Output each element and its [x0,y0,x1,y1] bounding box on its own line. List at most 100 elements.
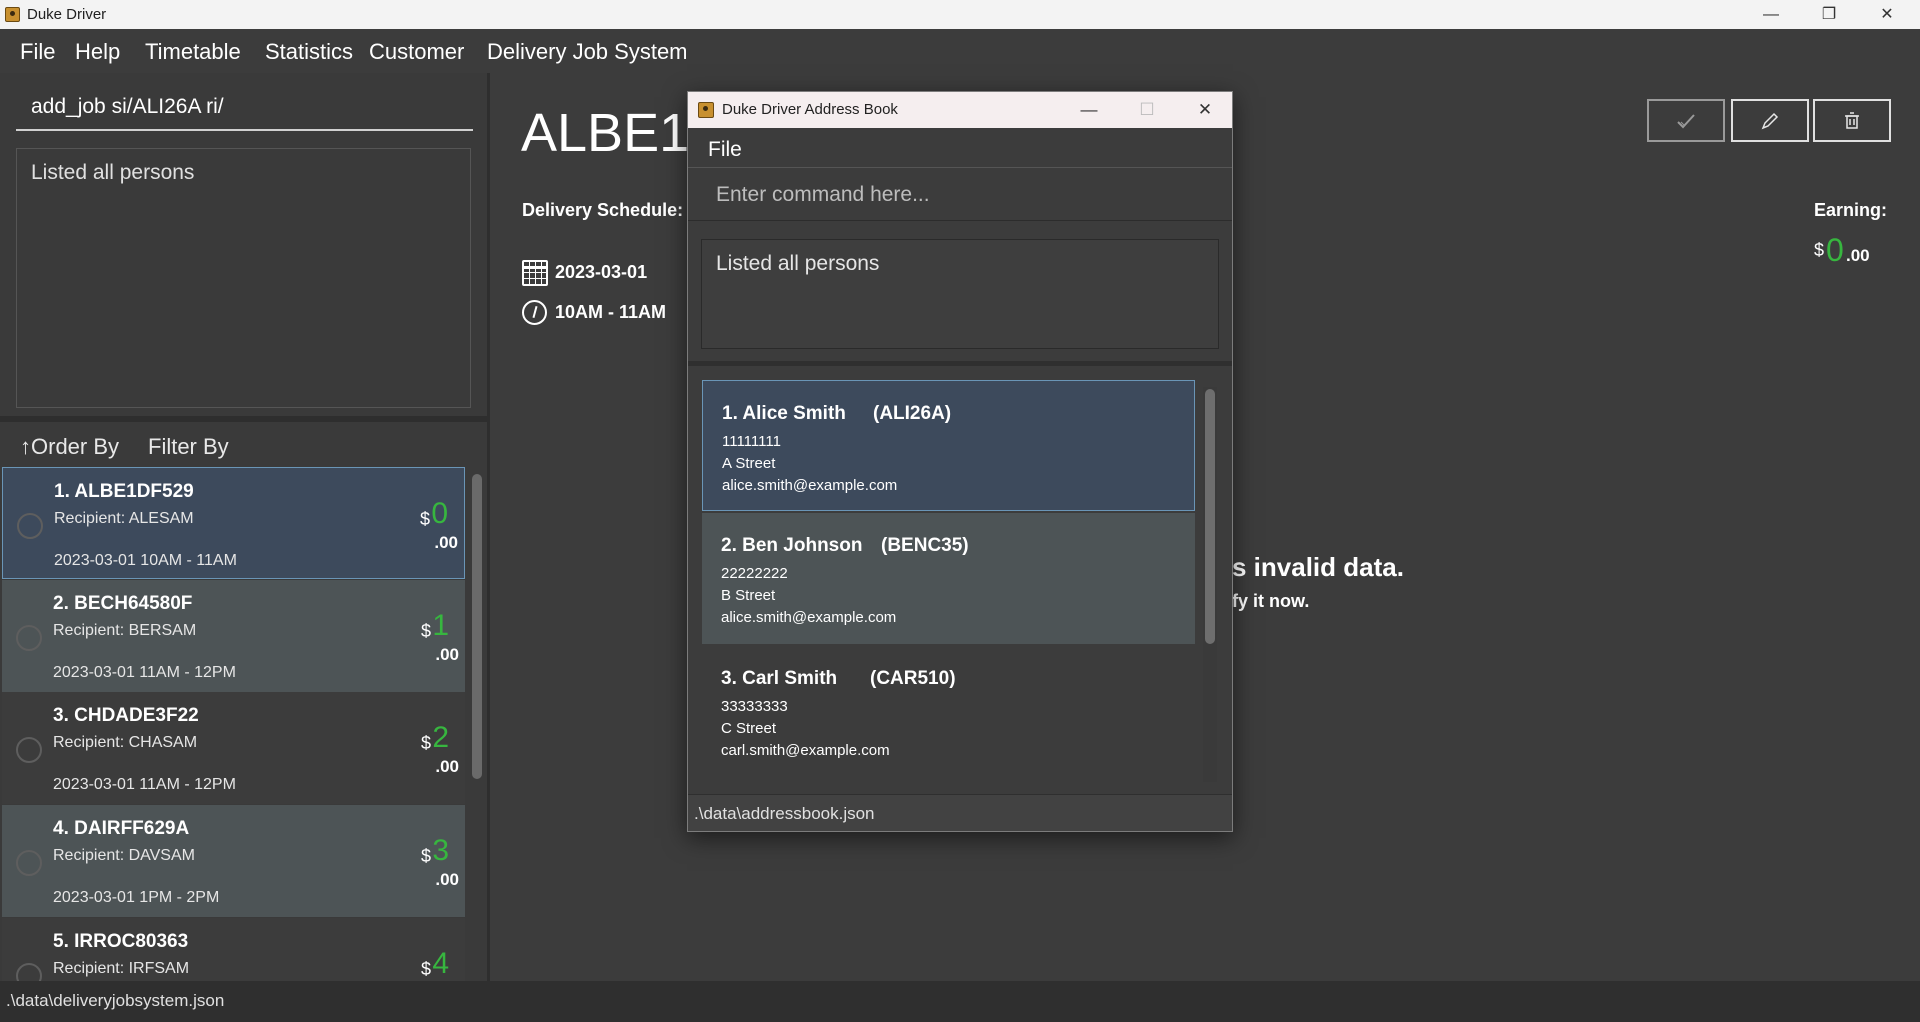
job-card[interactable]: 2. BECH64580F Recipient: BERSAM 2023-03-… [2,580,465,692]
job-card[interactable]: 3. CHDADE3F22 Recipient: CHASAM 2023-03-… [2,692,465,804]
job-currency: $ [420,733,431,753]
menu-file[interactable]: File [20,39,55,65]
close-button[interactable]: ✕ [1858,0,1916,29]
command-input-value[interactable]: add_job si/ALI26A ri/ [31,95,224,119]
job-complete-radio[interactable] [16,963,42,981]
earning-amount: 0 [1826,232,1844,268]
job-recipient: Recipient: DAVSAM [53,847,195,864]
invalid-data-message: s invalid data. [1232,552,1404,582]
delivery-time: 10AM - 11AM [555,302,667,322]
job-recipient: Recipient: IRFSAM [53,960,190,977]
dialog-title: Duke Driver Address Book [722,101,898,118]
person-email: alice.smith@example.com [721,609,897,626]
person-id: (BENC35) [881,535,969,556]
job-currency: $ [420,846,431,866]
job-earning: 4 [432,947,449,980]
dialog-close-button[interactable]: ✕ [1176,92,1232,128]
dialog-minimize-button[interactable]: — [1060,92,1118,128]
person-list-scroll-thumb[interactable] [1205,389,1215,644]
vertical-divider [487,73,490,981]
menu-delivery-job-system[interactable]: Delivery Job System [487,39,688,65]
clock-icon [522,300,547,325]
job-schedule: 2023-03-01 11AM - 12PM [53,776,236,793]
check-icon [1677,113,1695,128]
job-earning: 1 [432,609,449,642]
person-id: (ALI26A) [873,403,952,424]
menu-statistics[interactable]: Statistics [265,39,353,65]
panel-divider [0,416,487,422]
minimize-button[interactable]: — [1742,0,1800,29]
job-cents: .00 [434,533,458,552]
person-phone: 33333333 [721,698,788,715]
earning-cents: .00 [1846,246,1870,265]
person-address: A Street [722,455,776,472]
job-complete-radio[interactable] [16,850,42,876]
result-display: Listed all persons [16,148,471,408]
edit-job-button[interactable] [1731,99,1809,142]
calendar-icon [522,260,548,286]
menu-help[interactable]: Help [75,39,120,65]
app-logo-icon [698,102,714,118]
complete-job-button[interactable] [1647,99,1725,142]
invalid-data-hint: fy it now. [1232,591,1310,611]
job-earning: 3 [432,834,449,867]
job-recipient: Recipient: BERSAM [53,622,197,639]
filter-by-menu[interactable]: Filter By [148,434,229,460]
order-by-menu[interactable]: ↑Order By [20,434,119,460]
job-list: 1. ALBE1DF529 Recipient: ALESAM 2023-03-… [2,466,465,981]
dialog-maximize-button[interactable]: ☐ [1118,92,1176,128]
job-list-scroll-thumb[interactable] [472,474,482,779]
job-cents: .00 [435,870,459,889]
job-complete-radio[interactable] [17,513,43,539]
window-title: Duke Driver [27,6,107,23]
job-title: 4. DAIRFF629A [53,818,190,839]
menu-customer[interactable]: Customer [369,39,464,65]
job-complete-radio[interactable] [16,625,42,651]
person-email: alice.smith@example.com [722,477,898,494]
dialog-title-bar: Duke Driver Address Book — ☐ ✕ [688,92,1232,128]
menu-timetable[interactable]: Timetable [145,39,241,65]
person-name: 2. Ben Johnson [721,535,863,556]
delete-job-button[interactable] [1813,99,1891,142]
person-address: B Street [721,587,776,604]
status-bar: .\data\deliveryjobsystem.json [0,981,1920,1022]
person-card[interactable]: 1. Alice Smith (ALI26A) 11111111 A Stree… [702,380,1195,511]
person-card[interactable]: 2. Ben Johnson (BENC35) 22222222 B Stree… [702,513,1195,644]
job-complete-radio[interactable] [16,737,42,763]
person-phone: 11111111 [722,433,781,450]
dialog-result-text: Listed all persons [716,252,880,275]
person-name: 3. Carl Smith [721,668,838,689]
pencil-icon [1761,112,1779,129]
dialog-command-box [688,169,1232,221]
job-title: 5. IRROC80363 [53,931,189,952]
trash-icon [1845,111,1859,129]
job-card[interactable]: 5. IRROC80363 Recipient: IRFSAM $ 4 [2,918,465,981]
person-card[interactable]: 3. Carl Smith (CAR510) 33333333 C Street… [702,646,1195,777]
job-card[interactable]: 1. ALBE1DF529 Recipient: ALESAM 2023-03-… [2,467,465,579]
job-card[interactable]: 4. DAIRFF629A Recipient: DAVSAM 2023-03-… [2,805,465,917]
person-email: carl.smith@example.com [721,742,890,759]
person-name: 1. Alice Smith [722,403,846,424]
dialog-result-display: Listed all persons [701,239,1219,349]
job-earning: 2 [432,721,449,754]
job-recipient: Recipient: ALESAM [54,510,194,527]
job-currency: $ [420,959,431,979]
command-input[interactable]: add_job si/ALI26A ri/ [16,85,473,131]
job-earning: 0 [431,497,448,530]
person-id: (CAR510) [870,668,956,689]
restore-button[interactable]: ❐ [1800,0,1858,29]
job-title: 2. BECH64580F [53,593,193,614]
person-list: 1. Alice Smith (ALI26A) 11111111 A Stree… [702,380,1195,782]
result-text: Listed all persons [31,161,195,184]
dialog-menu-bar: File [688,128,1232,168]
earning-label: Earning: [1814,200,1888,220]
dialog-file-path: .\data\addressbook.json [694,804,875,823]
job-recipient: Recipient: CHASAM [53,734,198,751]
job-currency: $ [419,509,430,529]
dialog-command-input[interactable] [698,175,1224,215]
job-title: 1. ALBE1DF529 [54,481,194,502]
main-title-bar: Duke Driver — ❐ ✕ [0,0,1920,29]
job-cents: .00 [435,645,459,664]
dialog-menu-file[interactable]: File [708,138,742,162]
job-title: 3. CHDADE3F22 [53,705,199,726]
